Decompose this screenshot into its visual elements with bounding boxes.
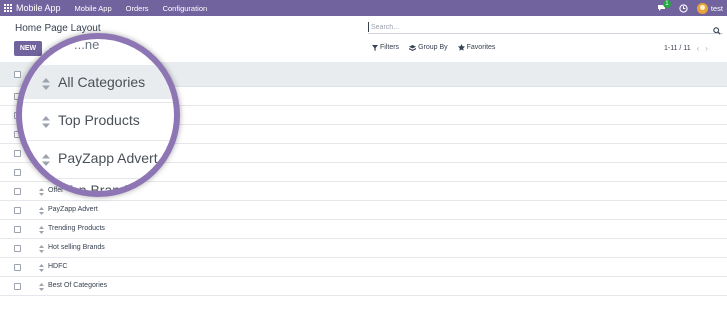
drag-handle-icon[interactable] <box>39 226 44 234</box>
drag-handle-icon[interactable] <box>39 245 44 253</box>
table-row[interactable]: Trending Products <box>0 220 727 239</box>
search-icon[interactable] <box>713 22 721 40</box>
search-input[interactable] <box>371 21 701 33</box>
layers-icon <box>409 44 417 51</box>
drag-handle-icon <box>42 115 50 133</box>
clock-icon[interactable] <box>677 0 691 16</box>
top-navbar: Mobile App Mobile App Orders Configurati… <box>0 0 727 16</box>
table-row[interactable]: Hot selling Brands <box>0 239 727 258</box>
row-name: Hot selling Brands <box>48 244 105 251</box>
navbar-systray: 1 test <box>655 0 727 16</box>
row-name: PayZapp Advert <box>48 206 98 213</box>
chat-badge: 1 <box>662 0 671 8</box>
search-options: Filters Group By Favorites <box>372 44 505 51</box>
table-row[interactable]: Best Of Categories <box>0 277 727 296</box>
chat-icon[interactable]: 1 <box>655 0 671 16</box>
row-checkbox[interactable] <box>14 188 21 195</box>
drag-handle-icon[interactable] <box>39 283 44 291</box>
menu-mobile-app[interactable]: Mobile App <box>75 4 112 13</box>
row-checkbox[interactable] <box>14 169 21 176</box>
magnifier-row: Top Products <box>22 103 174 141</box>
search-caret <box>368 22 369 32</box>
pager-next-icon[interactable]: › <box>705 44 708 53</box>
row-name: Trending Products <box>48 225 105 232</box>
filter-icon <box>372 44 378 51</box>
magnifier-row: PayZapp Advert <box>22 141 174 179</box>
table-row[interactable]: PayZapp Advert <box>0 201 727 220</box>
filters-button[interactable]: Filters <box>372 44 399 51</box>
row-name: HDFC <box>48 263 68 270</box>
menu-configuration[interactable]: Configuration <box>163 4 208 13</box>
drag-handle-icon[interactable] <box>39 264 44 272</box>
row-name: Best Of Categories <box>48 282 108 289</box>
row-checkbox[interactable] <box>14 245 21 252</box>
magnifier-partial-header: ...ne <box>74 37 100 52</box>
pager: 1-11 / 11 ‹ › <box>664 44 708 53</box>
favorites-label: Favorites <box>466 44 496 51</box>
app-brand[interactable]: Mobile App <box>16 3 61 13</box>
drag-handle-icon <box>42 153 50 171</box>
pager-prev-icon[interactable]: ‹ <box>697 44 700 53</box>
user-name[interactable]: test <box>711 4 723 13</box>
pager-value[interactable]: 1-11 / 11 <box>664 45 691 52</box>
magnifier-item: Top Products <box>58 112 140 128</box>
avatar[interactable] <box>696 2 708 14</box>
menu-orders[interactable]: Orders <box>126 4 149 13</box>
magnifier-item: All Categories <box>58 74 146 90</box>
row-checkbox[interactable] <box>14 264 21 271</box>
drag-handle-icon[interactable] <box>39 207 44 215</box>
row-checkbox[interactable] <box>14 150 21 157</box>
search-bar <box>368 21 723 35</box>
magnifier-item: PayZapp Advert <box>58 150 158 166</box>
row-checkbox[interactable] <box>14 226 21 233</box>
star-icon <box>457 44 465 51</box>
breadcrumb: Home Page Layout <box>15 23 101 34</box>
groupby-button[interactable]: Group By <box>409 44 448 51</box>
row-checkbox[interactable] <box>14 207 21 214</box>
apps-grid-icon[interactable] <box>0 0 16 16</box>
magnifier-lens: ...ne All Categories Top Products PayZap… <box>16 33 180 197</box>
filters-label: Filters <box>380 44 400 51</box>
magnifier-row: All Categories <box>22 65 174 103</box>
drag-handle-icon <box>42 77 50 95</box>
magnifier-content: ...ne All Categories Top Products PayZap… <box>22 39 174 191</box>
table-row[interactable]: HDFC <box>0 258 727 277</box>
select-all-checkbox[interactable] <box>14 71 21 78</box>
groupby-label: Group By <box>418 44 448 51</box>
favorites-button[interactable]: Favorites <box>457 44 496 51</box>
row-checkbox[interactable] <box>14 283 21 290</box>
